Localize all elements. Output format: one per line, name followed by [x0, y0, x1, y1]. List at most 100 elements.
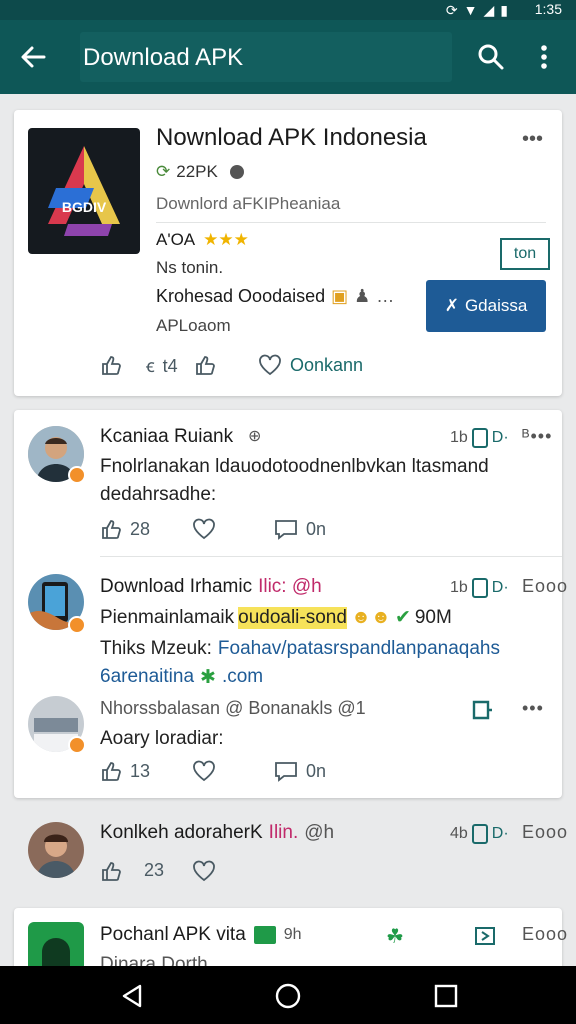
app-info-line: Ns tonin.	[156, 258, 224, 277]
star-icon: ✱	[200, 667, 216, 688]
app-card[interactable]: BGDIV Nownload APK Indonesia ••• ⟳ 22PK …	[14, 110, 562, 396]
install-button[interactable]: ✗ Gdaissa	[426, 280, 546, 332]
post-text-highlight: oudoali-sond	[238, 606, 347, 629]
online-badge	[68, 736, 86, 754]
save-button[interactable]: Oonkann	[258, 354, 363, 376]
signal-icon: ◢	[483, 2, 495, 18]
bookmark-icon[interactable]	[471, 428, 488, 448]
post-link-part: 6arenaitina	[100, 666, 195, 687]
comment-count[interactable]: ꞓ t4	[146, 354, 178, 378]
wifi-icon: ▼	[463, 2, 478, 18]
comment-button[interactable]: 0n	[274, 518, 326, 540]
thumbs-up-icon	[102, 356, 121, 375]
app-logo: BGDIV	[28, 128, 140, 254]
card-menu-icon[interactable]: •••	[522, 128, 543, 151]
post-text-tail: 90M	[414, 606, 452, 628]
post-author-tag: Ilin.	[268, 822, 299, 843]
post-link-line-2[interactable]: 6arenaitina ✱ .com	[100, 666, 263, 689]
post-link[interactable]: Foahav/patasrspandlanpanaqahs	[218, 638, 500, 660]
publisher: APLoaom	[156, 316, 231, 335]
open-button[interactable]: ton	[500, 238, 550, 270]
status-icons: ⟳ ▼ ◢ ▮	[446, 2, 508, 19]
avatar[interactable]	[28, 822, 84, 878]
post-text-part: Pienmainlamaik	[100, 606, 235, 628]
link-label: Thiks Mzeuk:	[100, 638, 212, 659]
more-icon[interactable]: Eooo	[522, 576, 568, 597]
thumbs-up-icon	[102, 862, 121, 881]
react-button[interactable]	[192, 518, 216, 540]
comment-icon	[275, 520, 297, 540]
emoji-icon: ▣	[331, 286, 349, 306]
app-title: Nownload APK Indonesia	[156, 124, 427, 151]
post-time-value: 1b	[450, 429, 468, 446]
search-icon[interactable]	[476, 42, 506, 72]
install-label: Gdaissa	[464, 296, 528, 315]
app-subtitle: Downlord aFKIPheaniaa	[156, 194, 341, 213]
online-badge	[68, 466, 86, 484]
download-count-row: ⟳ 22PK	[156, 162, 244, 182]
search-query: Download APK	[83, 44, 244, 71]
like-count-value: 23	[144, 860, 165, 880]
app-description-text: Krohesad Ooodaised	[156, 286, 326, 306]
post-author[interactable]: Kcaniaa Ruiank	[100, 426, 233, 448]
bookmark-icon[interactable]	[471, 578, 488, 598]
overflow-menu-icon[interactable]	[534, 42, 554, 72]
share-icon[interactable]	[472, 700, 494, 720]
post-author[interactable]: Pochanl APK vita 9h	[100, 924, 302, 946]
share-button[interactable]	[194, 354, 216, 376]
like-icon[interactable]: ☘	[386, 924, 404, 949]
post-author[interactable]: Download Irhamic Ilic: @h	[100, 576, 322, 598]
search-input[interactable]: Download APK	[80, 32, 452, 82]
post-text: Fnolrlanakan ldauodotoodnenlbvkan ltasma…	[100, 456, 489, 477]
rating-stars: ★★★	[203, 230, 249, 249]
heart-icon	[259, 354, 281, 376]
more-icon[interactable]: Eooo	[522, 822, 568, 843]
recents-icon[interactable]	[432, 982, 460, 1010]
ellipsis-icon: …	[376, 286, 395, 306]
divider	[100, 556, 562, 557]
post-time: 1b D·	[450, 578, 509, 598]
heart-icon	[193, 760, 215, 782]
more-icon[interactable]: •••	[522, 698, 544, 719]
post-time: 1b D·	[450, 428, 509, 448]
verified-icon	[229, 165, 244, 179]
home-icon[interactable]	[274, 982, 302, 1010]
like-count: 28	[130, 518, 151, 539]
comment-count: 0n	[306, 518, 327, 539]
comment-button[interactable]: 0n	[274, 760, 326, 782]
app-description: Krohesad Ooodaised ▣ ♟ …	[156, 286, 394, 307]
share-icon[interactable]	[474, 926, 496, 946]
thumbs-up-icon	[102, 520, 121, 539]
save-label: Oonkann	[290, 354, 364, 375]
status-time: 1:35	[534, 1, 562, 17]
reply-author[interactable]: Nhorssbalasan @ Bonanakls @1	[100, 698, 366, 719]
post-author-name: Konlkeh adoraherK	[100, 822, 263, 843]
post-time-value: 1b	[450, 579, 468, 596]
like-button[interactable]	[100, 354, 122, 376]
sync-icon: ⟳	[445, 2, 458, 18]
more-icon[interactable]: ᴮ•••	[522, 426, 552, 447]
system-nav-bar	[0, 966, 576, 1024]
back-icon[interactable]	[118, 982, 146, 1010]
rating-label: A'OA	[156, 230, 196, 249]
more-icon[interactable]: Eooo	[522, 924, 568, 945]
user-icon: ♟	[354, 286, 371, 306]
download-icon: ⟳	[156, 162, 171, 181]
like-button[interactable]: 28	[100, 518, 150, 540]
back-arrow-icon[interactable]	[18, 42, 48, 72]
bookmark-icon[interactable]	[471, 824, 488, 844]
post-author[interactable]: Konlkeh adoraherK Ilin. @h	[100, 822, 334, 844]
react-button[interactable]	[192, 860, 216, 882]
post-text-continued: dedahrsadhe:	[100, 484, 217, 505]
install-icon: ✗	[444, 296, 459, 315]
post-handle: 9h	[283, 926, 302, 943]
comment-count-value: t4	[162, 355, 178, 376]
like-button[interactable]: 13	[100, 760, 150, 782]
like-count: 13	[130, 760, 151, 781]
posts-card: Kcaniaa Ruiank ⊕ 1b D· ᴮ••• Fnolrlanakan…	[14, 410, 567, 798]
react-button[interactable]	[192, 760, 216, 782]
post-link-line: Thiks Mzeuk: Foahav/patasrspandlanpanaqa…	[100, 638, 500, 660]
share-icon: ⊕	[248, 428, 262, 445]
status-bar: ⟳ ▼ ◢ ▮ 1:35	[0, 0, 576, 20]
like-button[interactable]	[100, 860, 122, 882]
